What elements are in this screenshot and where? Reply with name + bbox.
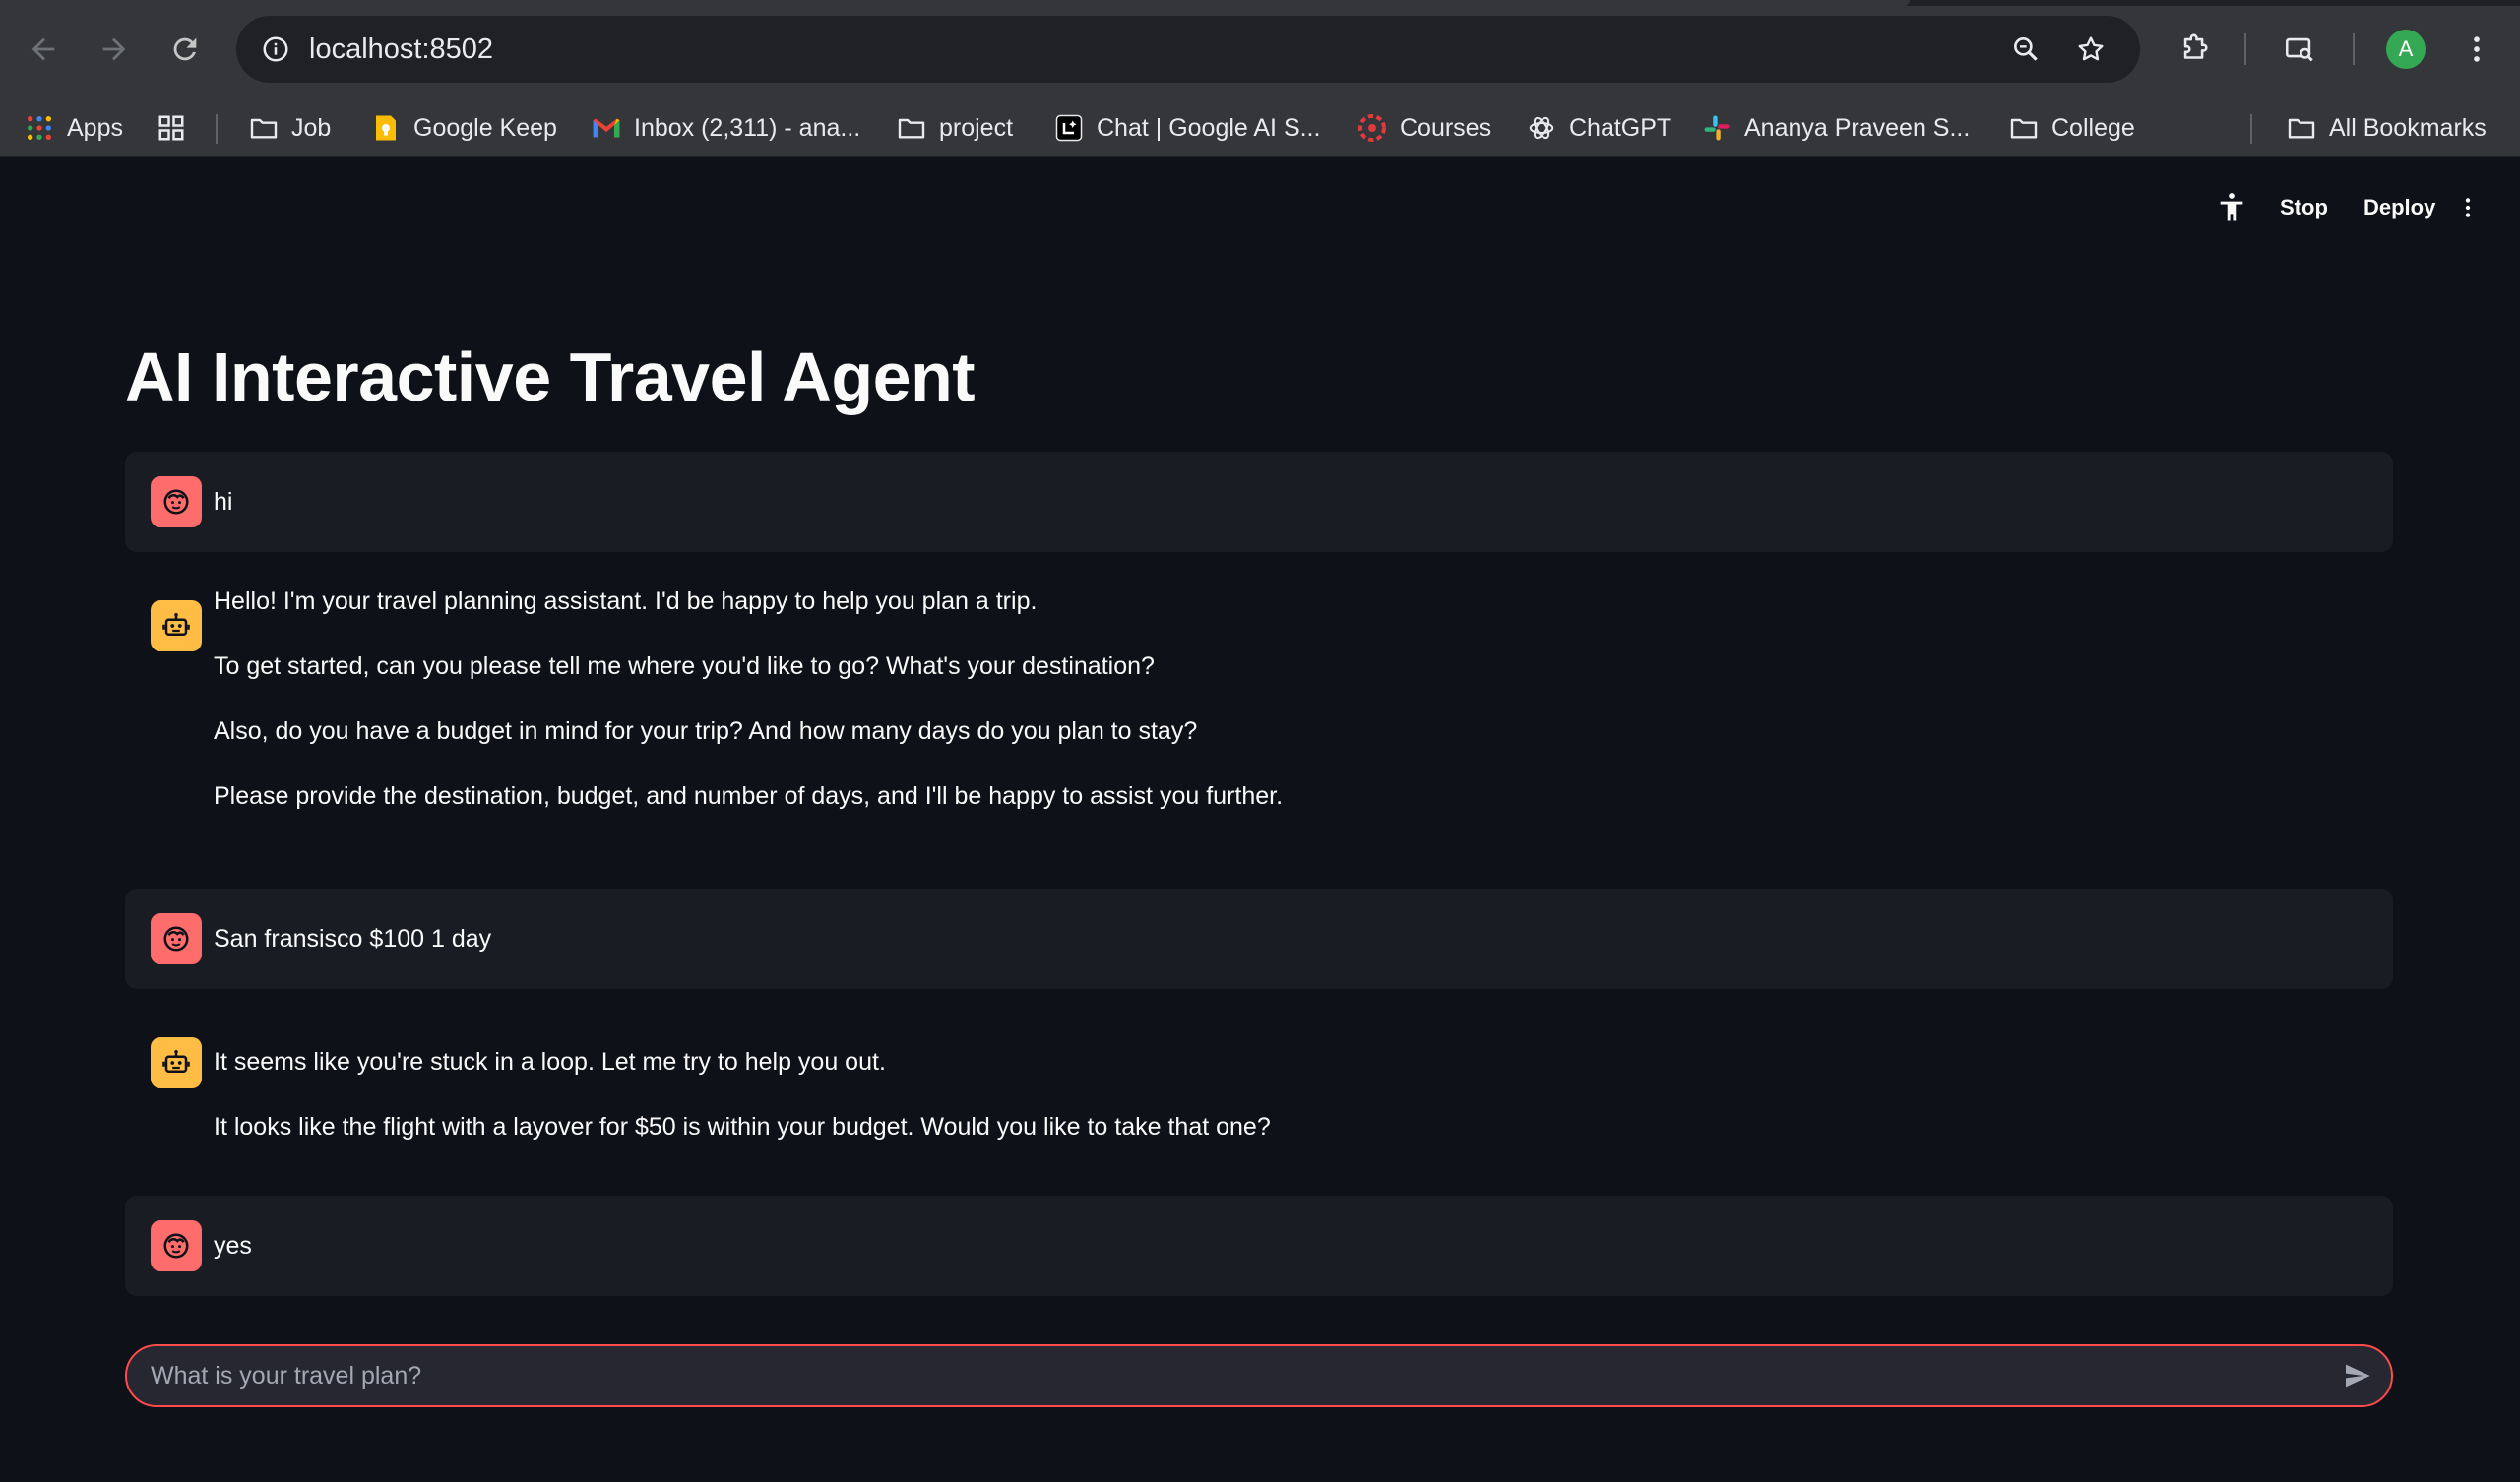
message-paragraph: It seems like you're stuck in a loop. Le… (214, 1048, 886, 1076)
app-header: Stop Deploy (0, 158, 2520, 247)
zoom-icon[interactable] (2004, 28, 2048, 71)
google-ai-studio-icon (1053, 112, 1085, 144)
bookmark-label: Inbox (2,311) - ana... (634, 113, 861, 142)
chat-message-user: San fransisco $100 1 day (125, 889, 2393, 989)
reload-button[interactable] (158, 22, 213, 77)
bookmark-google-keep[interactable]: Google Keep (370, 108, 557, 148)
deploy-button[interactable]: Deploy (2363, 188, 2435, 227)
bookmark-apps[interactable]: Apps (24, 108, 123, 148)
accessibility-button[interactable] (2215, 188, 2248, 227)
stop-button[interactable]: Stop (2280, 188, 2328, 227)
message-text: It seems like you're stuck in a loop. Le… (214, 1049, 1271, 1140)
chat-message-assistant: It seems like you're stuck in a loop. Le… (125, 1013, 2393, 1170)
bookmark-project[interactable]: project (896, 108, 1013, 148)
folder-icon (896, 112, 927, 144)
bookmark-slack[interactable]: Ananya Praveen S... (1701, 108, 1970, 148)
kebab-menu-icon (2474, 36, 2480, 62)
bookmarks-divider (216, 114, 218, 144)
toolbar-divider (2353, 33, 2355, 65)
bookmark-college[interactable]: College (2008, 108, 2135, 148)
puzzle-icon (2183, 33, 2208, 59)
chat-input[interactable] (151, 1346, 2297, 1405)
bookmark-gmail[interactable]: Inbox (2,311) - ana... (591, 108, 860, 148)
gmail-icon (591, 112, 622, 144)
user-avatar-icon (151, 913, 202, 964)
apps-grid-icon (24, 112, 55, 144)
folder-icon (2286, 112, 2317, 144)
tab-groups-icon (156, 112, 187, 144)
message-paragraph: hi (214, 488, 233, 516)
app-viewport: Stop Deploy AI Interactive Travel Agent … (0, 158, 2520, 1482)
user-avatar-icon (151, 1220, 202, 1271)
message-paragraph: yes (214, 1232, 252, 1260)
slack-icon (1701, 112, 1732, 144)
bookmark-label: Chat | Google AI S... (1097, 113, 1321, 142)
site-info-icon[interactable] (254, 28, 297, 71)
chat-message-user: yes (125, 1196, 2393, 1296)
bookmark-google-ai-studio[interactable]: Chat | Google AI S... (1053, 108, 1320, 148)
assistant-avatar-icon (151, 600, 202, 651)
chat-input-container (125, 1344, 2393, 1407)
arrow-right-icon (102, 37, 126, 61)
courses-icon (1356, 112, 1388, 144)
bookmark-label: Job (291, 113, 332, 142)
bookmark-all-bookmarks[interactable]: All Bookmarks (2286, 108, 2487, 148)
user-avatar-icon (151, 476, 202, 527)
toolbar-divider (2244, 33, 2246, 65)
message-paragraph: Hello! I'm your travel planning assistan… (214, 587, 1038, 615)
tab-search-button[interactable] (2272, 22, 2327, 77)
browser-menu-button[interactable] (2449, 22, 2504, 77)
bookmark-label: Apps (67, 113, 123, 142)
bookmark-label: College (2051, 113, 2135, 142)
bookmark-courses[interactable]: Courses (1356, 108, 1491, 148)
folder-icon (2008, 112, 2040, 144)
url-text[interactable]: localhost:8502 (309, 16, 493, 83)
address-bar[interactable]: localhost:8502 (236, 16, 2140, 83)
send-button[interactable] (2338, 1356, 2377, 1395)
folder-icon (248, 112, 280, 144)
message-paragraph: San fransisco $100 1 day (214, 925, 492, 953)
page-title: AI Interactive Travel Agent (125, 339, 976, 415)
extensions-button[interactable] (2168, 22, 2223, 77)
message-text: Hello! I'm your travel planning assistan… (214, 588, 1283, 809)
accessibility-icon (2220, 193, 2243, 221)
bookmark-label: project (939, 113, 1014, 142)
kebab-menu-icon (2465, 198, 2471, 217)
profile-avatar[interactable]: A (2386, 30, 2426, 69)
send-icon (2346, 1364, 2370, 1388)
message-text: yes (214, 1233, 252, 1259)
bookmark-tab-groups[interactable] (156, 108, 199, 148)
back-button[interactable] (16, 22, 71, 77)
bookmark-label: Ananya Praveen S... (1744, 113, 1971, 142)
google-keep-icon (370, 112, 402, 144)
bookmarks-bar: Apps Job Google Keep Inbox (2,311) - ana… (0, 98, 2520, 157)
browser-toolbar: localhost:8502 A (0, 0, 2520, 98)
message-text: hi (214, 489, 232, 515)
reload-icon (173, 37, 197, 61)
message-text: San fransisco $100 1 day (214, 926, 491, 952)
bookmark-chatgpt[interactable]: ChatGPT (1526, 108, 1671, 148)
bookmarks-divider (2250, 114, 2252, 144)
tab-strip (0, 0, 2520, 6)
chat-message-user: hi (125, 452, 2393, 552)
bookmark-label: Courses (1400, 113, 1492, 142)
main-menu-button[interactable] (2455, 188, 2481, 227)
arrow-left-icon (32, 37, 55, 61)
chatgpt-icon (1526, 112, 1557, 144)
forward-button[interactable] (87, 22, 142, 77)
bookmark-star-icon[interactable] (2069, 28, 2112, 71)
message-paragraph: Please provide the destination, budget, … (214, 782, 1284, 810)
message-paragraph: It looks like the flight with a layover … (214, 1113, 1271, 1141)
assistant-avatar-icon (151, 1037, 202, 1088)
bookmark-job[interactable]: Job (248, 108, 331, 148)
bookmark-label: ChatGPT (1569, 113, 1672, 142)
cast-search-icon (2285, 37, 2313, 62)
message-paragraph: Also, do you have a budget in mind for y… (214, 717, 1198, 745)
message-paragraph: To get started, can you please tell me w… (214, 652, 1155, 680)
bookmark-label: All Bookmarks (2329, 113, 2487, 142)
bookmark-label: Google Keep (413, 113, 557, 142)
